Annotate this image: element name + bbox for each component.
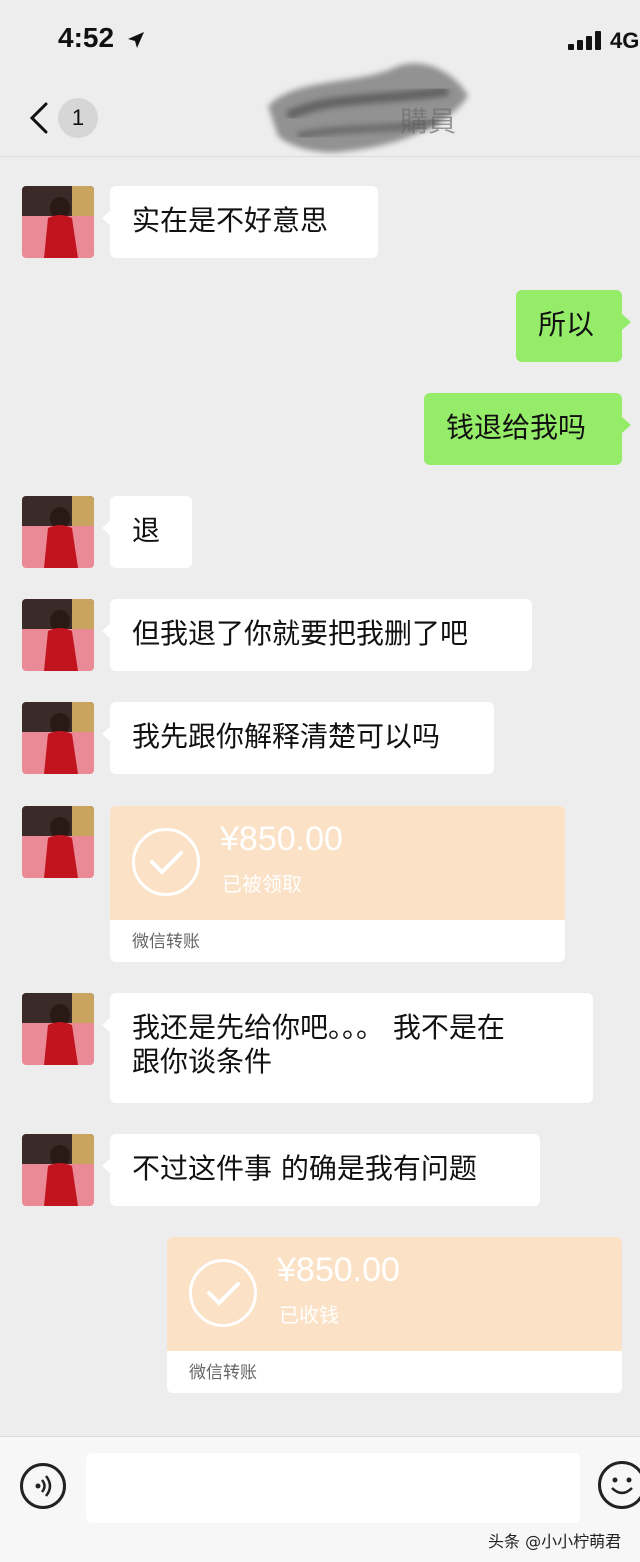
watermark: 头条 @小小柠萌君 — [488, 1532, 622, 1551]
network-type: 4G — [610, 28, 640, 53]
redaction-scribble — [268, 63, 468, 153]
message-bubble-self[interactable]: 所以 — [516, 290, 631, 362]
chat-header: 1 購員 — [0, 63, 640, 157]
message-bubble-self[interactable]: 钱退给我吗 — [424, 393, 631, 465]
contact-avatar[interactable] — [22, 993, 94, 1065]
message-bubble[interactable]: 但我退了你就要把我删了吧 — [102, 599, 532, 671]
contact-avatar[interactable] — [22, 1134, 94, 1206]
unread-count-badge[interactable]: 1 — [58, 98, 98, 138]
contact-avatar[interactable] — [22, 806, 94, 878]
location-arrow-icon — [128, 32, 144, 48]
contact-avatar[interactable] — [22, 599, 94, 671]
message-bubble[interactable]: 我先跟你解释清楚可以吗 — [102, 702, 494, 774]
voice-icon[interactable] — [20, 1463, 66, 1509]
emoji-icon[interactable] — [598, 1461, 640, 1509]
transfer-label: 微信转账 — [189, 1363, 257, 1383]
message-bubble[interactable]: 我还是先给你吧。。。 我不是在 跟你谈条件 — [102, 993, 593, 1103]
message-bubble[interactable]: 退 — [102, 496, 192, 568]
signal-icon — [568, 30, 604, 50]
transfer-card-self[interactable]: ¥850.00 已收钱 微信转账 — [167, 1237, 622, 1393]
check-circle-icon — [189, 1259, 257, 1327]
contact-avatar[interactable] — [22, 702, 94, 774]
contact-avatar[interactable] — [22, 186, 94, 258]
check-circle-icon — [132, 828, 200, 896]
message-bubble[interactable]: 不过这件事 的确是我有问题 — [102, 1134, 540, 1206]
transfer-status: 已被领取 — [222, 872, 302, 896]
message-input[interactable] — [86, 1453, 580, 1523]
message-line: 跟你谈条件 — [132, 1045, 273, 1078]
message-bubble[interactable]: 实在是不好意思 — [102, 186, 378, 258]
transfer-status: 已收钱 — [279, 1303, 339, 1327]
back-chevron-icon[interactable] — [22, 100, 56, 136]
transfer-label: 微信转账 — [132, 932, 200, 952]
status-time: 4:52 — [58, 22, 115, 53]
transfer-amount: ¥850.00 — [220, 820, 343, 858]
message-line: 我还是先给你吧。。。 我不是在 — [132, 1011, 505, 1044]
transfer-amount: ¥850.00 — [277, 1251, 400, 1289]
contact-avatar[interactable] — [22, 496, 94, 568]
transfer-card[interactable]: ¥850.00 已被领取 微信转账 — [110, 806, 565, 962]
